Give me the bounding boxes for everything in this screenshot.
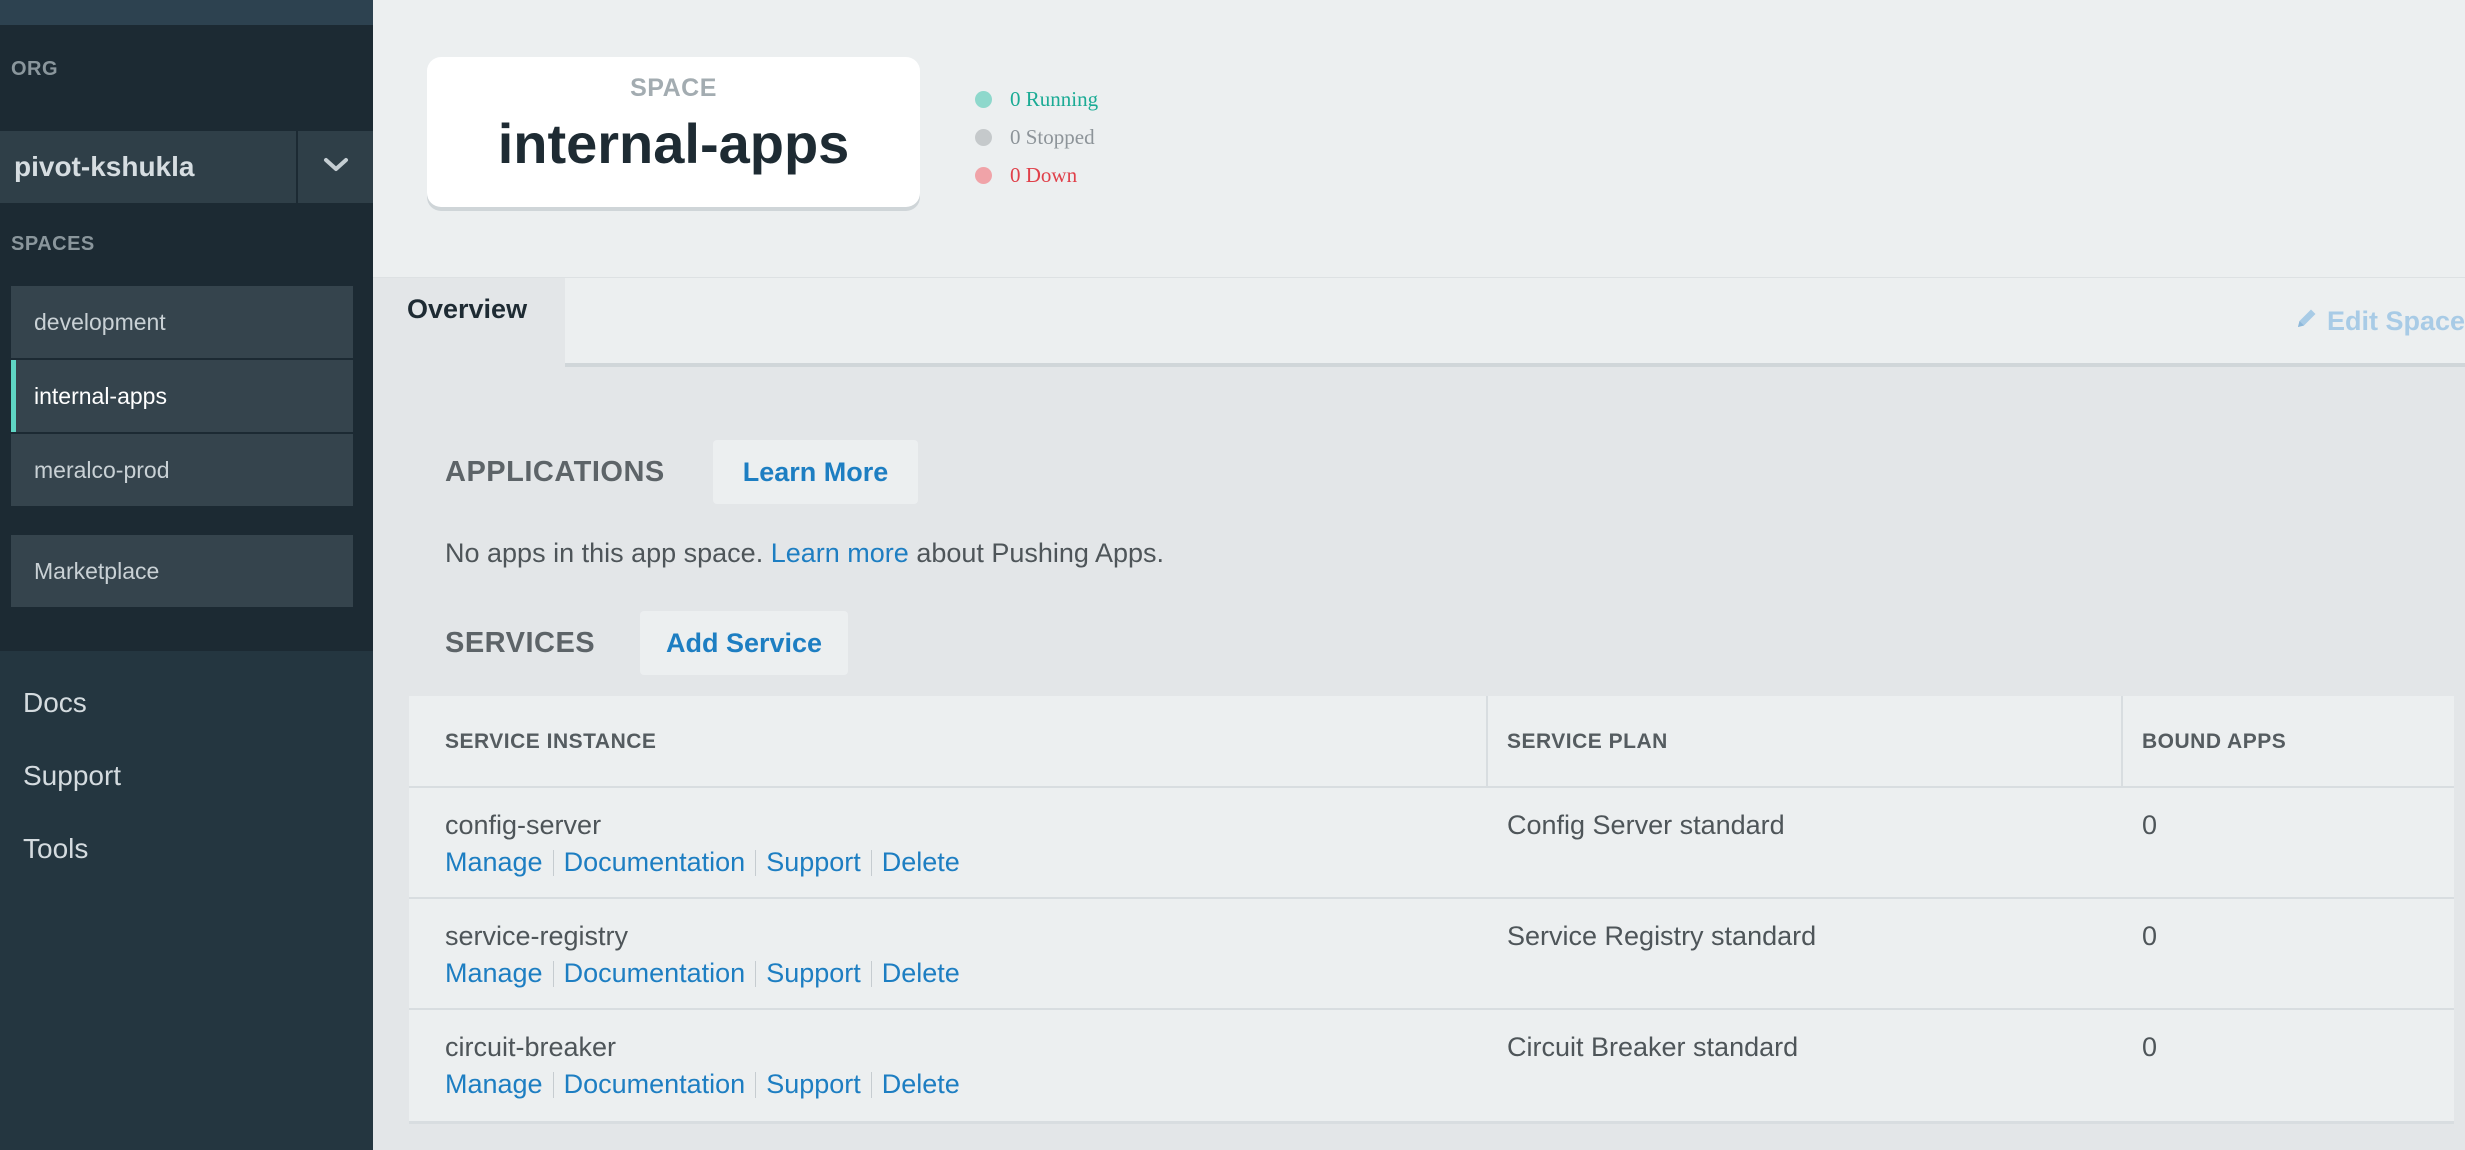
down-dot-icon — [975, 166, 992, 184]
sidebar-link-tools[interactable]: Tools — [0, 828, 373, 901]
delete-link[interactable]: Delete — [882, 847, 960, 878]
sidebar-item-marketplace[interactable]: Marketplace — [11, 535, 353, 607]
space-card: SPACE internal-apps — [427, 57, 920, 207]
column-header-service-plan: SERVICE PLAN — [1486, 696, 2121, 786]
learn-more-link[interactable]: Learn more — [771, 538, 909, 568]
overview-panel: APPLICATIONS Learn More No apps in this … — [373, 367, 2465, 1146]
service-instance-cell: service-registry Manage Documentation Su… — [409, 899, 1486, 1008]
org-heading: ORG — [11, 58, 59, 80]
tab-overview[interactable]: Overview — [373, 278, 565, 367]
sidebar-org-section: ORG pivot-kshukla SPACES development int… — [0, 25, 373, 651]
divider — [552, 849, 554, 876]
status-running: 0 Running — [975, 80, 1098, 118]
service-instance-cell: config-server Manage Documentation Suppo… — [409, 788, 1486, 897]
add-service-button[interactable]: Add Service — [640, 611, 848, 675]
delete-link[interactable]: Delete — [882, 1069, 960, 1100]
main-content: SPACE internal-apps 0 Running 0 Stopped … — [373, 0, 2465, 1150]
column-header-service-instance: SERVICE INSTANCE — [445, 730, 657, 753]
divider — [755, 1071, 757, 1098]
org-dropdown-button[interactable] — [296, 131, 373, 203]
bound-apps-cell: 0 — [2142, 810, 2158, 840]
services-table: SERVICE INSTANCE SERVICE PLAN BOUND APPS… — [409, 696, 2454, 1124]
service-actions: Manage Documentation Support Delete — [445, 958, 1486, 989]
no-apps-message: No apps in this app space. Learn more ab… — [445, 538, 1164, 569]
table-row: service-registry Manage Documentation Su… — [409, 899, 2454, 1010]
divider — [870, 849, 872, 876]
sidebar-links: Docs Support Tools — [0, 651, 373, 901]
service-instance-name: circuit-breaker — [445, 1032, 617, 1062]
manage-link[interactable]: Manage — [445, 958, 543, 989]
service-actions: Manage Documentation Support Delete — [445, 847, 1486, 878]
status-running-label: 0 Running — [1010, 86, 1099, 111]
service-instance-cell: circuit-breaker Manage Documentation Sup… — [409, 1010, 1486, 1121]
table-header: SERVICE INSTANCE SERVICE PLAN BOUND APPS — [409, 696, 2454, 788]
divider — [870, 960, 872, 987]
running-dot-icon — [975, 90, 992, 108]
app-status-list: 0 Running 0 Stopped 0 Down — [975, 80, 1098, 194]
chevron-down-icon — [323, 157, 349, 178]
status-down: 0 Down — [975, 156, 1098, 194]
bound-apps-cell: 0 — [2142, 921, 2158, 951]
documentation-link[interactable]: Documentation — [564, 1069, 746, 1100]
org-name[interactable]: pivot-kshukla — [0, 131, 296, 203]
divider — [870, 1071, 872, 1098]
org-selector[interactable]: pivot-kshukla — [0, 131, 373, 203]
tabs-bar: Overview Edit Space — [373, 278, 2465, 367]
sidebar-item-meralco-prod[interactable]: meralco-prod — [11, 434, 353, 506]
delete-link[interactable]: Delete — [882, 958, 960, 989]
support-link[interactable]: Support — [766, 958, 861, 989]
sidebar-item-internal-apps[interactable]: internal-apps — [11, 360, 353, 432]
services-title: SERVICES — [445, 627, 596, 659]
divider — [755, 849, 757, 876]
edit-space-link[interactable]: Edit Space — [2295, 306, 2465, 337]
learn-more-button[interactable]: Learn More — [713, 440, 918, 504]
sidebar-top-strip — [0, 0, 373, 25]
support-link[interactable]: Support — [766, 847, 861, 878]
service-instance-name: service-registry — [445, 921, 629, 951]
sidebar-link-docs[interactable]: Docs — [0, 682, 373, 755]
table-row: circuit-breaker Manage Documentation Sup… — [409, 1010, 2454, 1121]
space-header: SPACE internal-apps 0 Running 0 Stopped … — [373, 0, 2465, 278]
applications-title: APPLICATIONS — [445, 456, 665, 488]
documentation-link[interactable]: Documentation — [564, 847, 746, 878]
space-list: development internal-apps meralco-prod — [11, 286, 353, 506]
support-link[interactable]: Support — [766, 1069, 861, 1100]
status-stopped: 0 Stopped — [975, 118, 1098, 156]
stopped-dot-icon — [975, 128, 992, 146]
manage-link[interactable]: Manage — [445, 1069, 543, 1100]
bound-apps-cell: 0 — [2142, 1032, 2158, 1062]
service-instance-name: config-server — [445, 810, 602, 840]
sidebar: ORG pivot-kshukla SPACES development int… — [0, 0, 373, 1150]
divider — [552, 1071, 554, 1098]
service-plan-cell: Circuit Breaker standard — [1507, 1032, 1799, 1062]
sidebar-item-development[interactable]: development — [11, 286, 353, 358]
space-name: internal-apps — [497, 112, 850, 175]
space-label: SPACE — [630, 74, 717, 102]
divider — [755, 960, 757, 987]
column-header-bound-apps: BOUND APPS — [2121, 696, 2454, 786]
documentation-link[interactable]: Documentation — [564, 958, 746, 989]
manage-link[interactable]: Manage — [445, 847, 543, 878]
service-plan-cell: Config Server standard — [1507, 810, 1785, 840]
spaces-heading: SPACES — [11, 233, 95, 255]
service-plan-cell: Service Registry standard — [1507, 921, 1817, 951]
sidebar-link-support[interactable]: Support — [0, 755, 373, 828]
no-apps-suffix: about Pushing Apps. — [916, 538, 1165, 568]
edit-space-label: Edit Space — [2326, 306, 2465, 336]
service-actions: Manage Documentation Support Delete — [445, 1069, 1486, 1100]
divider — [552, 960, 554, 987]
no-apps-text: No apps in this app space. — [445, 538, 764, 568]
status-stopped-label: 0 Stopped — [1010, 124, 1095, 149]
pencil-icon — [2295, 306, 2327, 337]
status-down-label: 0 Down — [1010, 162, 1078, 187]
table-row: config-server Manage Documentation Suppo… — [409, 788, 2454, 899]
